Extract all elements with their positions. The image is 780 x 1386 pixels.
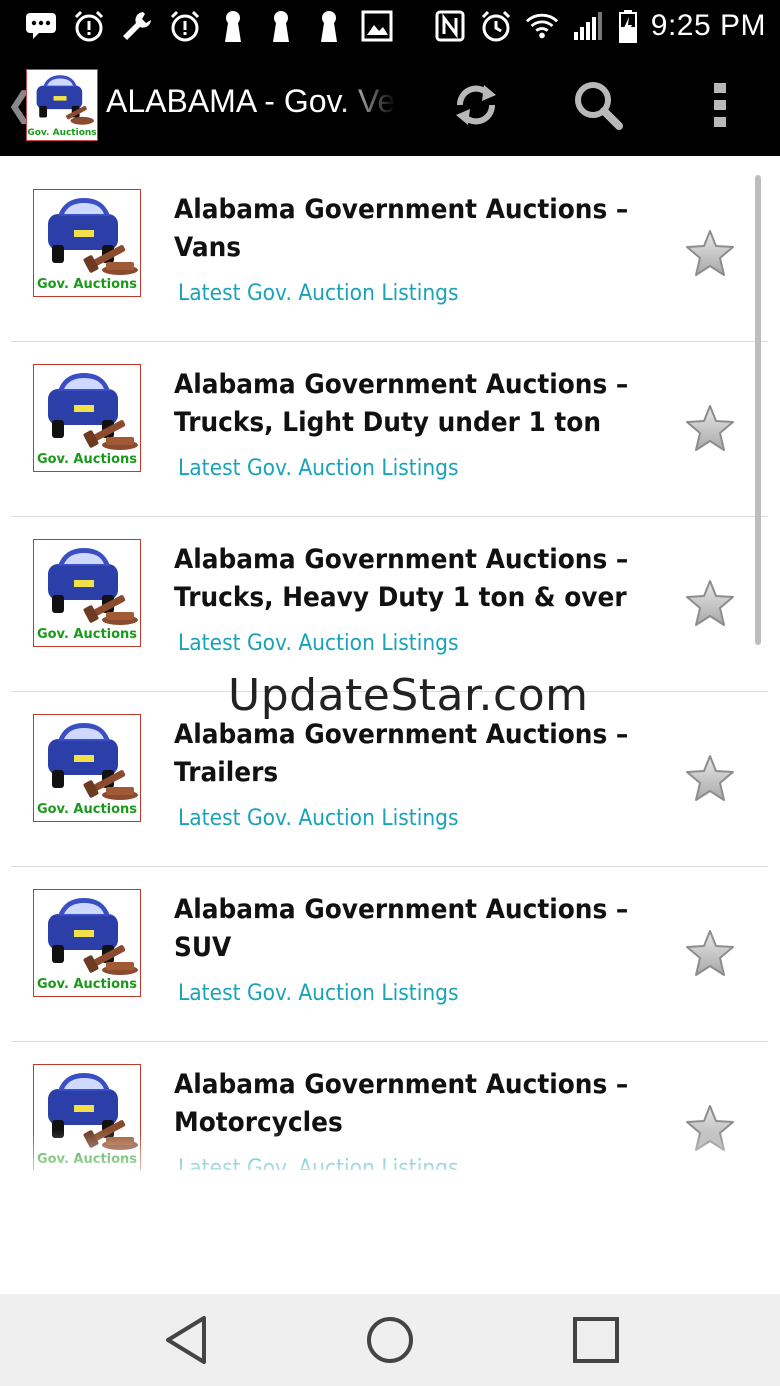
item-title[interactable]: Alabama Government Auctions – Trailers bbox=[174, 716, 675, 792]
home-circle-icon bbox=[367, 1317, 413, 1363]
search-icon bbox=[575, 82, 623, 130]
message-icon bbox=[24, 8, 58, 44]
list-item[interactable]: Gov. Auctions Alabama Government Auction… bbox=[11, 867, 768, 1042]
favorite-button[interactable] bbox=[685, 579, 735, 627]
notification-icons bbox=[24, 8, 394, 44]
car-auction-icon bbox=[48, 373, 138, 450]
car-auction-icon bbox=[48, 548, 138, 625]
navigation-bar bbox=[0, 1294, 780, 1386]
system-icons: 9:25 PM bbox=[433, 8, 766, 44]
auction-thumbnail: Gov. Auctions bbox=[33, 889, 141, 997]
back-button[interactable] bbox=[156, 1312, 216, 1368]
item-title[interactable]: Alabama Government Auctions – Trucks, Li… bbox=[174, 366, 675, 442]
item-subtitle[interactable]: Latest Gov. Auction Listings bbox=[178, 631, 459, 656]
action-bar: ❮ Gov. Auctions ALABAMA - Gov. Vehicle bbox=[0, 55, 780, 156]
refresh-button[interactable] bbox=[444, 73, 508, 137]
nfc-icon bbox=[433, 8, 467, 44]
signal-icon bbox=[571, 8, 605, 44]
wrench-icon bbox=[120, 8, 154, 44]
star-icon bbox=[686, 230, 734, 276]
recents-square-icon bbox=[573, 1317, 619, 1363]
thumbnail-label: Gov. Auctions bbox=[36, 977, 138, 992]
page-title: ALABAMA - Gov. Vehicle bbox=[106, 83, 396, 119]
list-fade bbox=[11, 1130, 768, 1190]
wifi-icon bbox=[525, 8, 559, 44]
auction-thumbnail: Gov. Auctions bbox=[33, 714, 141, 822]
auction-thumbnail: Gov. Auctions bbox=[33, 189, 141, 297]
home-button[interactable] bbox=[360, 1312, 420, 1368]
keyhole-icon bbox=[264, 8, 298, 44]
star-icon bbox=[686, 755, 734, 801]
alarm-icon bbox=[479, 8, 513, 44]
thumbnail-label: Gov. Auctions bbox=[36, 802, 138, 817]
back-triangle-icon bbox=[166, 1316, 206, 1364]
clock: 9:25 PM bbox=[650, 9, 766, 42]
favorite-button[interactable] bbox=[685, 229, 735, 277]
recents-button[interactable] bbox=[566, 1312, 626, 1368]
item-title[interactable]: Alabama Government Auctions – SUV bbox=[174, 891, 675, 967]
alarm-alert-icon bbox=[72, 8, 106, 44]
favorite-button[interactable] bbox=[685, 404, 735, 452]
battery-charging-icon bbox=[617, 8, 639, 44]
image-icon bbox=[360, 8, 394, 44]
item-subtitle[interactable]: Latest Gov. Auction Listings bbox=[178, 806, 459, 831]
favorite-button[interactable] bbox=[685, 754, 735, 802]
thumbnail-label: Gov. Auctions bbox=[36, 627, 138, 642]
star-icon bbox=[686, 930, 734, 976]
keyhole-icon bbox=[312, 8, 346, 44]
car-auction-icon bbox=[48, 198, 138, 275]
item-subtitle[interactable]: Latest Gov. Auction Listings bbox=[178, 456, 459, 481]
status-bar: 9:25 PM bbox=[0, 0, 780, 55]
thumbnail-label: Gov. Auctions bbox=[36, 452, 138, 467]
favorite-button[interactable] bbox=[685, 929, 735, 977]
app-logo[interactable]: Gov. Auctions bbox=[26, 69, 98, 141]
keyhole-icon bbox=[216, 8, 250, 44]
overflow-menu-icon bbox=[714, 83, 726, 127]
scrollbar[interactable] bbox=[755, 175, 761, 645]
item-subtitle[interactable]: Latest Gov. Auction Listings bbox=[178, 281, 459, 306]
refresh-icon bbox=[456, 85, 496, 125]
item-title[interactable]: Alabama Government Auctions – Vans bbox=[174, 191, 675, 267]
auction-list[interactable]: Gov. Auctions Alabama Government Auction… bbox=[11, 167, 768, 1170]
list-item[interactable]: Gov. Auctions Alabama Government Auction… bbox=[11, 517, 768, 692]
list-item[interactable]: Gov. Auctions Alabama Government Auction… bbox=[11, 167, 768, 342]
list-item[interactable]: Gov. Auctions Alabama Government Auction… bbox=[11, 342, 768, 517]
auction-thumbnail: Gov. Auctions bbox=[33, 539, 141, 647]
item-title[interactable]: Alabama Government Auctions – Trucks, He… bbox=[174, 541, 675, 617]
auction-thumbnail: Gov. Auctions bbox=[33, 364, 141, 472]
car-auction-icon bbox=[48, 898, 138, 975]
search-button[interactable] bbox=[566, 73, 630, 137]
overflow-menu-button[interactable] bbox=[688, 73, 752, 137]
alarm-alert-icon bbox=[168, 8, 202, 44]
watermark: UpdateStar.com bbox=[228, 670, 589, 721]
item-subtitle[interactable]: Latest Gov. Auction Listings bbox=[178, 981, 459, 1006]
car-auction-icon bbox=[36, 75, 94, 125]
thumbnail-label: Gov. Auctions bbox=[36, 277, 138, 292]
car-auction-icon bbox=[48, 723, 138, 800]
logo-label: Gov. Auctions bbox=[27, 128, 97, 138]
star-icon bbox=[686, 580, 734, 626]
star-icon bbox=[686, 405, 734, 451]
